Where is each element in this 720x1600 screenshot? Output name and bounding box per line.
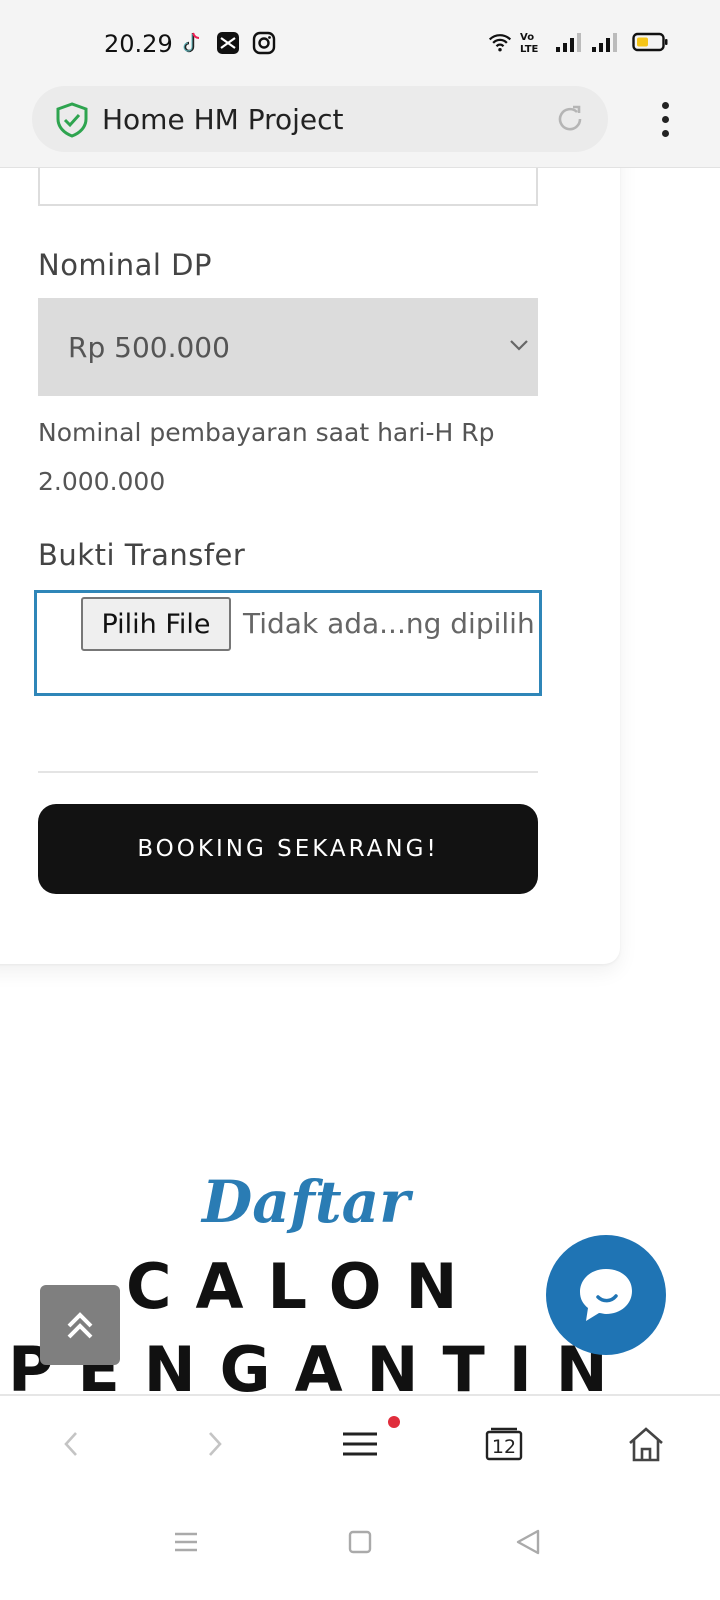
- reload-icon[interactable]: [554, 103, 586, 140]
- svg-text:LTE: LTE: [520, 44, 539, 54]
- wifi-icon: [488, 30, 512, 54]
- file-status-text: Tidak ada...ng dipilih: [243, 607, 535, 640]
- home-icon[interactable]: [616, 1414, 676, 1474]
- tabs-count: 12: [491, 1436, 517, 1458]
- status-bar: 20.29 Vo LTE: [0, 0, 720, 86]
- recent-apps-icon[interactable]: [166, 1522, 206, 1562]
- browser-toolbar: Home HM Project: [0, 86, 720, 168]
- scroll-to-top-button[interactable]: [40, 1285, 120, 1365]
- previous-field-input[interactable]: [38, 168, 538, 206]
- shield-check-icon: [54, 102, 90, 143]
- page-title: Home HM Project: [102, 103, 344, 136]
- transfer-proof-label: Bukti Transfer: [38, 538, 246, 572]
- back-icon[interactable]: [42, 1414, 102, 1474]
- double-chevron-up-icon: [67, 1312, 93, 1339]
- booking-now-button[interactable]: BOOKING SEKARANG!: [38, 804, 538, 894]
- payment-note: Nominal pembayaran saat hari-H Rp 2.000.…: [38, 418, 495, 496]
- instagram-icon: [252, 31, 276, 55]
- notification-dot: [388, 1416, 400, 1428]
- menu-icon[interactable]: [330, 1414, 390, 1474]
- page-content: Nominal DP Rp 500.000 Nominal pembayaran…: [0, 168, 720, 1394]
- dp-select-value: Rp 500.000: [68, 331, 230, 364]
- section-script-title: Daftar: [202, 1168, 410, 1236]
- dp-select[interactable]: Rp 500.000: [38, 298, 538, 396]
- section-heading-line1: CALON: [126, 1250, 482, 1323]
- choose-file-button[interactable]: Pilih File: [81, 597, 231, 651]
- status-time: 20.29: [104, 30, 173, 58]
- divider: [38, 771, 538, 773]
- battery-icon: [632, 30, 668, 54]
- more-menu-icon[interactable]: [650, 100, 680, 140]
- chevron-down-icon: [508, 338, 530, 357]
- forward-icon[interactable]: [184, 1414, 244, 1474]
- browser-bottom-nav: 12: [0, 1394, 720, 1500]
- chat-button[interactable]: [546, 1235, 666, 1355]
- transfer-proof-file-input[interactable]: Pilih File Tidak ada...ng dipilih: [34, 590, 542, 696]
- home-square-icon[interactable]: [340, 1522, 380, 1562]
- signal-icon: [554, 30, 582, 54]
- tiktok-icon: [180, 31, 204, 55]
- svg-text:Vo: Vo: [520, 32, 534, 43]
- chat-bubble-icon: [580, 1269, 632, 1321]
- signal-icon: [590, 30, 618, 54]
- system-nav-bar: [0, 1500, 720, 1600]
- capcut-icon: [216, 31, 240, 55]
- system-back-icon[interactable]: [508, 1522, 548, 1562]
- volte-icon: Vo LTE: [520, 30, 546, 54]
- tabs-button[interactable]: 12: [474, 1414, 534, 1474]
- address-bar[interactable]: Home HM Project: [32, 86, 608, 152]
- dp-label: Nominal DP: [38, 248, 212, 282]
